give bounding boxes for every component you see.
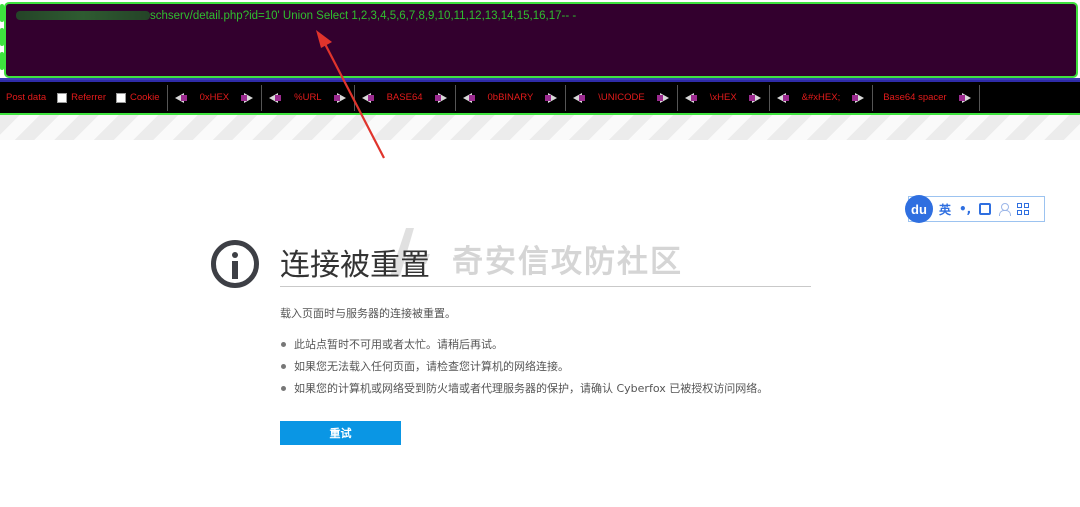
separator [768, 84, 770, 111]
encode-arrow-icon[interactable] [958, 92, 974, 104]
keyboard-icon[interactable] [979, 203, 992, 215]
checkbox-icon[interactable] [57, 92, 68, 103]
encode-arrow-icon[interactable] [544, 92, 560, 104]
encode-arrow-icon[interactable] [240, 92, 256, 104]
encode-arrow-icon[interactable] [434, 92, 450, 104]
title-divider [280, 286, 811, 287]
user-icon[interactable] [999, 203, 1012, 216]
cookie-label: Cookie [129, 92, 160, 103]
info-icon [211, 240, 259, 288]
hackbar-toolbar: Post data Referrer Cookie 0xHEX %URL BAS… [0, 80, 1080, 113]
post-data-label[interactable]: Post data [0, 92, 52, 103]
decode-arrow-icon[interactable] [571, 92, 587, 104]
decode-arrow-icon[interactable] [267, 92, 283, 104]
encoder-base64[interactable]: BASE64 [379, 92, 431, 103]
separator [166, 84, 168, 111]
list-item: 如果您的计算机或网络受到防火墙或者代理服务器的保护，请确认 Cyberfox 已… [281, 377, 768, 399]
watermark-text: 奇安信攻防社区 [452, 244, 683, 280]
separator [978, 84, 980, 111]
striped-banner [0, 115, 1080, 140]
decode-arrow-icon[interactable] [775, 92, 791, 104]
encoder-binary[interactable]: 0bBINARY [480, 92, 542, 103]
ime-punctuation-toggle[interactable]: •, [959, 202, 971, 216]
hackbar-url-textarea[interactable]: schserv/detail.php?id=10' Union Select 1… [4, 2, 1078, 78]
encoder-0xhex[interactable]: 0xHEX [192, 92, 238, 103]
cookie-checkbox[interactable]: Cookie [111, 92, 165, 103]
encoder-url[interactable]: %URL [286, 92, 329, 103]
encode-arrow-icon[interactable] [851, 92, 867, 104]
decode-arrow-icon[interactable] [461, 92, 477, 104]
encode-arrow-icon[interactable] [333, 92, 349, 104]
encoder-base64-spacer[interactable]: Base64 spacer [875, 92, 954, 103]
separator [353, 84, 355, 111]
list-item: 如果您无法载入任何页面，请检查您计算机的网络连接。 [281, 355, 768, 377]
referrer-label: Referrer [71, 92, 106, 103]
separator [872, 84, 874, 111]
separator [261, 84, 263, 111]
encode-arrow-icon[interactable] [656, 92, 672, 104]
url-value: schserv/detail.php?id=10' Union Select 1… [16, 10, 576, 22]
checkbox-icon[interactable] [115, 92, 126, 103]
error-title: 连接被重置 [280, 248, 430, 283]
separator [454, 84, 456, 111]
decode-arrow-icon[interactable] [683, 92, 699, 104]
encode-arrow-icon[interactable] [748, 92, 764, 104]
retry-button[interactable]: 重试 [280, 421, 401, 445]
error-description: 载入页面时与服务器的连接被重置。 [280, 307, 456, 320]
decode-arrow-icon[interactable] [173, 92, 189, 104]
hackbar-side-handle [0, 4, 5, 76]
list-item: 此站点暂时不可用或者太忙。请稍后再试。 [281, 333, 768, 355]
referrer-checkbox[interactable]: Referrer [52, 92, 111, 103]
encoder-html-hex[interactable]: &#xHEX; [794, 92, 849, 103]
encoder-unicode[interactable]: \UNICODE [590, 92, 652, 103]
ime-toolbar[interactable]: du 英 •, [905, 195, 1045, 223]
baidu-ime-logo-icon[interactable]: du [905, 195, 933, 223]
grid-menu-icon[interactable] [1017, 203, 1030, 215]
separator [565, 84, 567, 111]
redacted-url-prefix [16, 11, 150, 21]
separator [676, 84, 678, 111]
encoder-xhex[interactable]: \xHEX [702, 92, 745, 103]
decode-arrow-icon[interactable] [360, 92, 376, 104]
ime-language-toggle[interactable]: 英 [939, 201, 951, 218]
error-suggestions: 此站点暂时不可用或者太忙。请稍后再试。 如果您无法载入任何页面，请检查您计算机的… [281, 333, 768, 399]
